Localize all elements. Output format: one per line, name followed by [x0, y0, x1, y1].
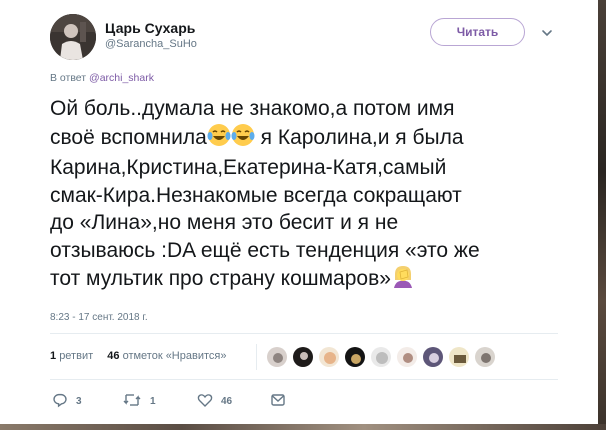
tweet-stats: 1 ретвит 46 отметок «Нравится»	[50, 350, 226, 362]
chevron-down-icon[interactable]	[540, 26, 554, 40]
liker-avatar[interactable]	[396, 346, 418, 368]
liker-avatar[interactable]	[266, 346, 288, 368]
tweet-line: отзываюсь :DA ещё есть тенденция «это же	[50, 238, 480, 262]
reply-prefix: В ответ	[50, 72, 87, 84]
direct-message-action[interactable]	[270, 392, 286, 410]
tweet-line: своё вспомнила я Каролина,и я была	[50, 123, 560, 155]
direct-message-icon[interactable]	[270, 392, 286, 411]
tweet-text: Ой боль..думала не знакомо,а потом имя с…	[50, 95, 560, 296]
tweet-line: до «Лина»,но меня это бесит и я не	[50, 211, 399, 234]
reply-action[interactable]: 3	[52, 392, 82, 410]
retweet-label[interactable]: ретвит	[59, 350, 93, 362]
tweet-card: Царь Сухарь @Sarancha_SuHo Читать В отве…	[0, 0, 598, 424]
facepalm-emoji-icon	[391, 264, 415, 296]
liker-avatar[interactable]	[318, 346, 340, 368]
retweet-action[interactable]: 1	[122, 392, 156, 410]
tweet-line: смак-Кира.Незнакомые всегда сокращают	[50, 183, 462, 207]
liker-avatar[interactable]	[422, 346, 444, 368]
crying-laughing-emoji-icon	[207, 123, 231, 155]
avatar[interactable]	[50, 14, 96, 60]
reply-count: 3	[76, 395, 82, 407]
like-action-count: 46	[221, 395, 233, 407]
reply-icon[interactable]	[52, 392, 68, 411]
background-photo-right	[598, 0, 606, 430]
tweet-timestamp[interactable]: 8:23 - 17 сент. 2018 г.	[50, 312, 148, 323]
tweet-line: Карина,Кристина,Екатерина-Катя,самый	[50, 156, 447, 179]
like-action[interactable]: 46	[197, 392, 232, 410]
divider	[50, 333, 558, 334]
liker-avatar[interactable]	[292, 346, 314, 368]
divider	[256, 344, 257, 370]
reply-context: В ответ @archi_shark	[50, 72, 154, 84]
background-photo-bottom	[0, 424, 606, 430]
tweet-text-segment: тот мультик про страну кошмаров»	[50, 267, 391, 290]
like-count[interactable]: 46	[107, 350, 119, 362]
follow-button[interactable]: Читать	[430, 18, 525, 46]
liker-avatar[interactable]	[344, 346, 366, 368]
tweet-text-segment: я Каролина,и я была	[254, 125, 464, 149]
retweet-action-count: 1	[150, 395, 156, 407]
retweet-count[interactable]: 1	[50, 350, 56, 362]
divider	[50, 379, 558, 380]
user-handle[interactable]: @Sarancha_SuHo	[105, 38, 197, 50]
tweet-text-segment: своё вспомнила	[50, 125, 207, 149]
crying-laughing-emoji-icon	[231, 123, 255, 155]
liker-avatar[interactable]	[474, 346, 496, 368]
liker-avatar[interactable]	[370, 346, 392, 368]
tweet-line: Ой боль..думала не знакомо,а потом имя	[50, 97, 455, 120]
tweet-line: тот мультик про страну кошмаров»	[50, 264, 560, 296]
reply-to-link[interactable]: @archi_shark	[89, 72, 154, 84]
heart-icon[interactable]	[197, 392, 213, 411]
user-name[interactable]: Царь Сухарь	[105, 20, 195, 36]
like-label[interactable]: отметок «Нравится»	[123, 350, 227, 362]
liker-avatar[interactable]	[448, 346, 470, 368]
retweet-icon[interactable]	[122, 392, 142, 411]
